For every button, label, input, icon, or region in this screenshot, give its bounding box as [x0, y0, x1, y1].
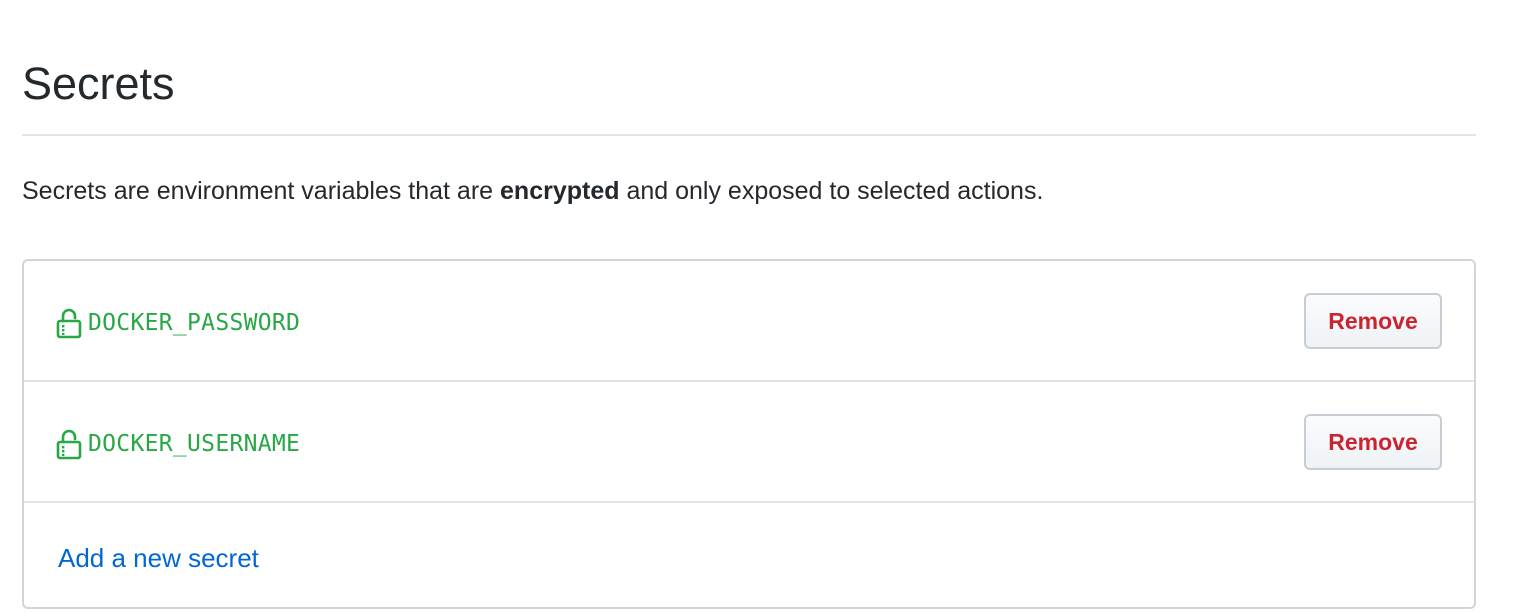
- description-text-end: and only exposed to selected actions.: [619, 177, 1044, 205]
- title-divider: [22, 134, 1476, 136]
- secrets-settings-page: Secrets Secrets are environment variable…: [22, 0, 1476, 609]
- secret-row: DOCKER_PASSWORD Remove: [24, 261, 1474, 382]
- secret-name: DOCKER_PASSWORD: [88, 310, 301, 336]
- page-title: Secrets: [22, 58, 175, 109]
- secrets-list: DOCKER_PASSWORD Remove DOCKER_USERNAME R…: [22, 259, 1476, 609]
- description-text-start: Secrets are environment variables that a…: [22, 177, 501, 205]
- secret-row: DOCKER_USERNAME Remove: [24, 382, 1474, 503]
- remove-secret-button[interactable]: Remove: [1304, 414, 1442, 470]
- add-secret-row: Add a new secret: [24, 503, 1474, 607]
- description-text-bold: encrypted: [500, 177, 620, 205]
- remove-secret-button[interactable]: Remove: [1304, 293, 1442, 349]
- lock-icon: [56, 307, 82, 339]
- secrets-description: Secrets are environment variables that a…: [22, 174, 1476, 208]
- add-new-secret-link[interactable]: Add a new secret: [58, 541, 259, 575]
- secret-name: DOCKER_USERNAME: [88, 431, 301, 457]
- lock-icon: [56, 428, 82, 460]
